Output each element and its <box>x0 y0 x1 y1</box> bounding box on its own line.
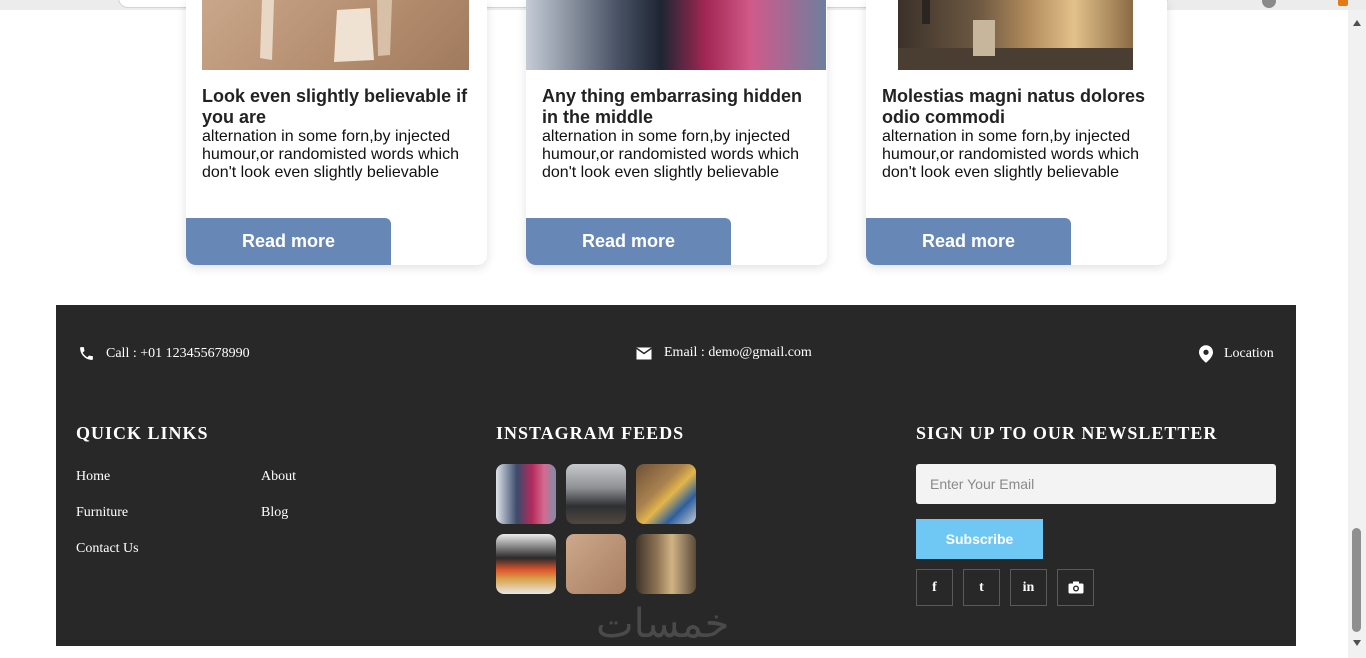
newsletter-heading: SIGN UP TO OUR NEWSLETTER <box>916 423 1218 443</box>
contact-phone[interactable]: Call : +01 123455678990 <box>78 345 250 362</box>
card-image <box>898 0 1133 70</box>
card-title: Molestias magni natus dolores odio commo… <box>882 86 1146 127</box>
read-more-button[interactable]: Read more <box>526 218 731 265</box>
watermark-logo: خمسات <box>596 601 730 646</box>
contact-email[interactable]: Email : demo@gmail.com <box>635 345 812 361</box>
social-instagram-button[interactable] <box>1057 569 1094 606</box>
camera-icon <box>1068 581 1083 594</box>
read-more-button[interactable]: Read more <box>186 218 391 265</box>
card-image <box>526 0 826 70</box>
instagram-heading: INSTAGRAM FEEDS <box>496 423 685 443</box>
footer-link-home[interactable]: Home <box>76 469 110 485</box>
instagram-photo[interactable] <box>636 464 696 524</box>
newsletter-email-input[interactable] <box>916 464 1276 504</box>
page-scrollbar[interactable] <box>1348 10 1366 658</box>
card-description: alternation in some forn,by injected hum… <box>202 128 460 181</box>
email-text: Email : demo@gmail.com <box>664 345 812 360</box>
card-image <box>202 0 469 70</box>
card-title: Look even slightly believable if you are <box>202 86 468 127</box>
instagram-photo[interactable] <box>566 534 626 594</box>
instagram-photo[interactable] <box>566 464 626 524</box>
envelope-icon <box>636 347 652 359</box>
card-description: alternation in some forn,by injected hum… <box>542 128 800 181</box>
extension-icon[interactable] <box>1338 0 1348 6</box>
blog-card: Any thing embarrasing hidden in the midd… <box>526 0 827 265</box>
scroll-down-icon[interactable] <box>1353 640 1361 646</box>
scroll-up-icon[interactable] <box>1353 20 1361 26</box>
quick-links-heading: QUICK LINKS <box>76 423 209 443</box>
footer-link-about[interactable]: About <box>261 469 296 485</box>
footer-link-contact-us[interactable]: Contact Us <box>76 541 139 557</box>
blog-card: Look even slightly believable if you are… <box>186 0 487 265</box>
instagram-photo[interactable] <box>496 534 556 594</box>
instagram-photo[interactable] <box>636 534 696 594</box>
site-footer: Call : +01 123455678990 Email : demo@gma… <box>56 305 1296 646</box>
subscribe-button[interactable]: Subscribe <box>916 519 1043 559</box>
phone-icon <box>80 347 93 360</box>
blog-card: Molestias magni natus dolores odio commo… <box>866 0 1167 265</box>
social-facebook-button[interactable]: f <box>916 569 953 606</box>
instagram-photo[interactable] <box>496 464 556 524</box>
read-more-button[interactable]: Read more <box>866 218 1071 265</box>
phone-text: Call : +01 123455678990 <box>106 345 250 361</box>
scrollbar-thumb[interactable] <box>1352 528 1361 632</box>
contact-location[interactable]: Location <box>1199 345 1274 363</box>
card-title: Any thing embarrasing hidden in the midd… <box>542 86 803 127</box>
map-pin-icon <box>1199 345 1213 363</box>
social-twitter-button[interactable]: t <box>963 569 1000 606</box>
card-description: alternation in some forn,by injected hum… <box>882 128 1140 181</box>
footer-link-furniture[interactable]: Furniture <box>76 505 128 521</box>
footer-link-blog[interactable]: Blog <box>261 505 288 521</box>
location-text: Location <box>1224 346 1274 361</box>
social-linkedin-button[interactable]: in <box>1010 569 1047 606</box>
profile-icon[interactable] <box>1262 0 1276 8</box>
